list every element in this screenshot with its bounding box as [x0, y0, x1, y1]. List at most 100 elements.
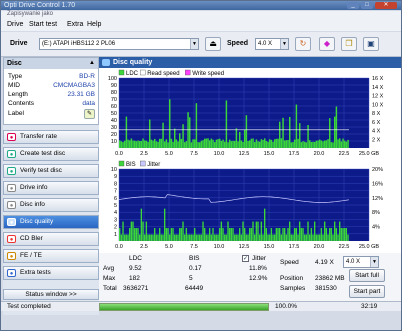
close-button[interactable]: ✕ [375, 2, 397, 9]
nav-item-drive-info[interactable]: ● Drive info [3, 181, 99, 195]
nav-item-transfer-rate[interactable]: ● Transfer rate [3, 130, 99, 144]
nav-item-disc-quality[interactable]: ● Disc quality [3, 215, 99, 229]
speed-select[interactable]: 4.0 X ▼ [255, 38, 289, 50]
bis-bar [139, 234, 141, 241]
bis-bar [144, 234, 146, 241]
bis-bar [274, 234, 276, 241]
test-speed-select[interactable]: 4.0 X ▼ [343, 256, 379, 268]
ldc-bar [260, 139, 263, 148]
y-tick-label: 100 [108, 76, 117, 82]
total-label: Total [103, 285, 117, 292]
disc-quality-icon: ● [7, 218, 16, 226]
refresh-button[interactable]: ↻ [295, 37, 311, 51]
bis-bar [222, 228, 224, 241]
ldc-bar [249, 140, 251, 148]
menu-extra[interactable]: Extra [67, 21, 83, 28]
bis-bar [309, 234, 311, 241]
bis-bar [255, 221, 258, 241]
ldc-bar [347, 139, 349, 148]
ldc-bar [195, 103, 198, 148]
menu-drive[interactable]: Drive [7, 21, 23, 28]
nav-item-cd-bler[interactable]: ● CD Bler [3, 232, 99, 246]
bis-bar [342, 228, 344, 241]
bis-bar [209, 228, 211, 241]
ldc-bar [219, 138, 221, 148]
bis-bar [254, 234, 256, 241]
nav-item-disc-info[interactable]: ● Disc info [3, 198, 99, 212]
max-label: Max [103, 275, 116, 282]
ldc-bar [300, 142, 303, 148]
bis-bar [250, 228, 253, 241]
samples-value: 381530 [315, 285, 337, 292]
ldc-bar [137, 140, 139, 148]
x-tick-label: 22.5 [339, 244, 350, 250]
ldc-bar [344, 140, 346, 148]
menu-help[interactable]: Help [87, 21, 101, 28]
start-full-button[interactable]: Start full [349, 269, 385, 282]
start-part-button[interactable]: Start part [349, 285, 385, 298]
bis-bar [242, 221, 244, 241]
ldc-bar [237, 141, 239, 148]
bis-bar [154, 228, 156, 241]
cd-bler-icon: ● [7, 235, 16, 243]
y-tick-label: 60 [111, 104, 117, 110]
nav-item-extra-tests[interactable]: ● Extra tests [3, 266, 99, 280]
bis-chart: BIS Jitter 0.0 2.5 5.0 7.5 10.0 12.5 15.0 17.5 20.… [99, 159, 401, 251]
ldc-bar [284, 140, 286, 148]
bis-bar [249, 228, 251, 241]
bis-chart-svg: BIS Jitter 0.0 2.5 5.0 7.5 10.0 12.5 15.0 17.5 20.… [111, 160, 383, 250]
speed-stat-value: 4.19 X [315, 259, 334, 266]
maximize-button[interactable]: □ [361, 2, 373, 9]
bis-bar [335, 228, 338, 241]
bis-bar [244, 228, 246, 241]
nav-item-fe-te[interactable]: ● FE / TE [3, 249, 99, 263]
nav-item-verify-test-disc[interactable]: ● Verify test disc [3, 164, 99, 178]
copy-button[interactable]: ❐ [341, 37, 357, 51]
legend-swatch [140, 69, 146, 76]
x-tick-label: 15.0 [264, 244, 275, 250]
ldc-bar [225, 100, 228, 148]
bis-bar [224, 234, 226, 241]
save-button[interactable]: ▣ [363, 37, 379, 51]
bis-bar [315, 234, 318, 241]
collapse-icon[interactable]: ▲ [89, 58, 95, 69]
legend-swatch [184, 69, 191, 76]
chevron-down-icon: ▼ [280, 39, 288, 49]
transfer-icon: ● [7, 133, 16, 141]
bis-bar [160, 234, 163, 241]
drive-select[interactable]: (E:) ATAPI iHBS112 2 PL06 ▼ [39, 38, 199, 50]
bis-bar [325, 228, 328, 241]
x-tick-label: 2.5 [140, 151, 148, 157]
bis-bar [194, 228, 196, 241]
disc-length-value: 23.31 GB [67, 91, 95, 98]
minimize-button[interactable]: _ [347, 2, 359, 9]
ldc-bar [254, 142, 256, 148]
ldc-bar [215, 139, 218, 148]
ldc-bar [140, 140, 143, 148]
bis-bar [277, 228, 279, 241]
ldc-bar [332, 142, 334, 148]
ldc-bar [169, 99, 171, 148]
jitter-checkbox[interactable]: ✓ [242, 255, 249, 262]
bis-bar [235, 234, 238, 241]
elapsed-time: 32:19 [361, 303, 378, 310]
bis-bar [130, 221, 133, 241]
bis-bar [155, 234, 158, 241]
samples-label: Samples [280, 285, 306, 292]
x-tick-label: 25.0 GB [359, 244, 380, 250]
ldc-bar [275, 138, 278, 148]
status-window-button[interactable]: Status window >> [3, 289, 99, 300]
disc-contents-value: data [82, 100, 95, 107]
eject-button[interactable]: ⏏ [205, 37, 221, 51]
ldc-bar [119, 140, 121, 148]
bis-bar [205, 234, 208, 241]
bis-bar [147, 234, 149, 241]
menu-start-test[interactable]: Start test [29, 21, 57, 28]
label-edit-button[interactable]: ✎ [84, 109, 95, 119]
ldc-bar [129, 140, 131, 148]
nav-item-create-test-disc[interactable]: ● Create test disc [3, 147, 99, 161]
bis-bar [239, 228, 241, 241]
bis-bar [134, 228, 136, 241]
erase-button[interactable]: ◆ [319, 37, 335, 51]
bis-bar [312, 234, 314, 241]
